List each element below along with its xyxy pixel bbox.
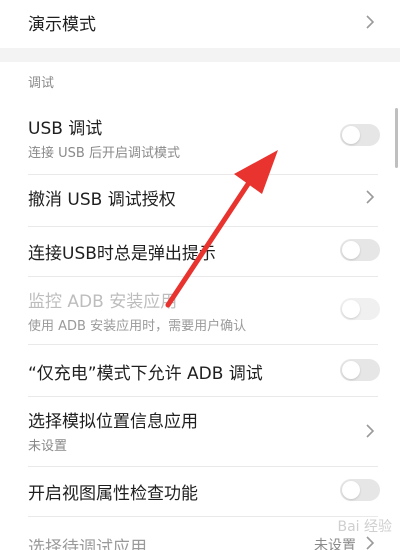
view-attr-inspect-toggle[interactable] [340, 479, 380, 501]
mock-location-app-subtitle: 未设置 [28, 439, 68, 454]
chevron-right-icon [366, 190, 375, 204]
toggle-knob [342, 300, 360, 318]
demo-mode-title: 演示模式 [28, 15, 96, 35]
charge-only-adb-toggle[interactable] [340, 359, 380, 381]
view-attr-inspect-row[interactable]: 开启视图属性检查功能 [0, 467, 400, 515]
revoke-usb-auth-title: 撤消 USB 调试授权 [28, 190, 176, 210]
monitor-adb-install-subtitle: 使用 ADB 安装应用时，需要用户确认 [28, 319, 247, 334]
select-debug-app-value: 未设置 [314, 538, 356, 550]
watermark-logo: Bai 经验 [337, 519, 392, 535]
monitor-adb-install-title: 监控 ADB 安装应用 [28, 292, 178, 312]
select-debug-app-title: 选择待调试应用 [28, 538, 147, 550]
usb-debug-row[interactable]: USB 调试 连接 USB 后开启调试模式 [0, 104, 400, 174]
section-gap [0, 48, 400, 62]
demo-mode-row[interactable]: 演示模式 [0, 0, 400, 48]
monitor-adb-install-row: 监控 ADB 安装应用 使用 ADB 安装应用时，需要用户确认 [0, 277, 400, 345]
scrollbar[interactable] [395, 108, 398, 168]
revoke-usb-auth-row[interactable]: 撤消 USB 调试授权 [0, 175, 400, 219]
usb-prompt-row[interactable]: 连接USB时总是弹出提示 [0, 227, 400, 275]
chevron-right-icon [366, 424, 375, 438]
mock-location-app-title: 选择模拟位置信息应用 [28, 412, 198, 432]
view-attr-inspect-title: 开启视图属性检查功能 [28, 484, 198, 504]
usb-debug-subtitle: 连接 USB 后开启调试模式 [28, 146, 180, 161]
usb-prompt-title: 连接USB时总是弹出提示 [28, 244, 216, 264]
chevron-right-icon [366, 15, 375, 29]
toggle-knob [342, 126, 360, 144]
toggle-knob [342, 481, 360, 499]
usb-prompt-toggle[interactable] [340, 239, 380, 261]
toggle-knob [342, 361, 360, 379]
usb-debug-title: USB 调试 [28, 119, 103, 139]
charge-only-adb-row[interactable]: “仅充电”模式下允许 ADB 调试 [0, 345, 400, 395]
usb-debug-toggle[interactable] [340, 124, 380, 146]
mock-location-app-row[interactable]: 选择模拟位置信息应用 未设置 [0, 397, 400, 465]
charge-only-adb-title: “仅充电”模式下允许 ADB 调试 [28, 364, 263, 384]
monitor-adb-install-toggle [340, 298, 380, 320]
section-header-debug: 调试 [28, 76, 55, 91]
toggle-knob [342, 241, 360, 259]
